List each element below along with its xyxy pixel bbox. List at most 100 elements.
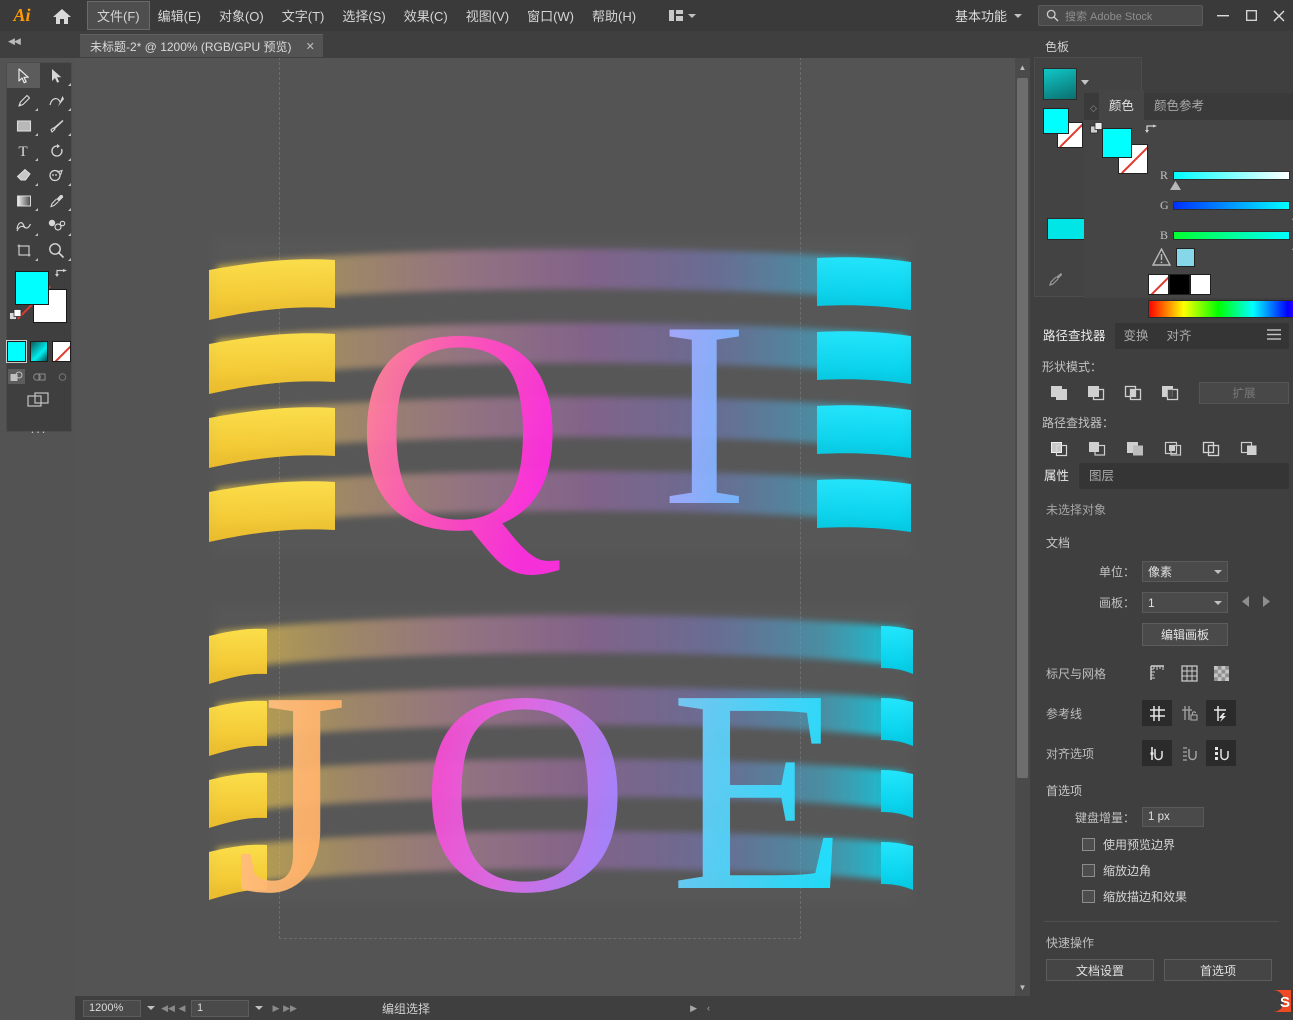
exclude-button[interactable]: [1156, 381, 1185, 405]
none-swatch[interactable]: [1148, 274, 1169, 295]
zoom-dropdown-icon[interactable]: [147, 1006, 155, 1010]
menu-type[interactable]: 文字(T): [273, 2, 334, 29]
selection-tool[interactable]: [7, 63, 40, 88]
next-artboard-icon[interactable]: [1260, 595, 1272, 611]
trim-button[interactable]: [1082, 437, 1112, 461]
checkbox-icon[interactable]: [1082, 838, 1095, 851]
artboard-dropdown-icon[interactable]: [255, 1006, 263, 1010]
snap-to-grid-icon[interactable]: [1174, 740, 1204, 766]
collapse-left-icon[interactable]: ◀◀: [8, 36, 21, 47]
panel-menu-icon[interactable]: [1267, 329, 1281, 343]
snap-to-point-icon[interactable]: [1142, 740, 1172, 766]
menu-object[interactable]: 对象(O): [210, 2, 273, 29]
tab-transform[interactable]: 变换: [1115, 321, 1158, 349]
eraser-tool[interactable]: [7, 163, 40, 188]
shape-builder-tool[interactable]: [40, 163, 73, 188]
app-status-icon[interactable]: S: [1265, 986, 1291, 1016]
edit-toolbar-button[interactable]: ...: [7, 421, 71, 436]
close-icon[interactable]: ✕: [306, 40, 315, 53]
next-artboard-icon[interactable]: ▶: [269, 1003, 283, 1014]
tab-properties[interactable]: 属性: [1034, 461, 1080, 489]
fill-color-swatch[interactable]: [15, 271, 49, 305]
draw-behind-icon[interactable]: [31, 369, 48, 384]
scroll-up-icon[interactable]: ▲: [1015, 60, 1030, 74]
close-button[interactable]: [1265, 0, 1293, 31]
tab-align[interactable]: 对齐: [1158, 321, 1201, 349]
units-select[interactable]: 像素: [1142, 561, 1228, 582]
document-tab[interactable]: 未标题-2* @ 1200% (RGB/GPU 预览) ✕: [80, 34, 323, 57]
show-guides-icon[interactable]: [1142, 700, 1172, 726]
checkbox-icon[interactable]: [1082, 864, 1095, 877]
tab-color[interactable]: 颜色: [1098, 90, 1144, 120]
type-tool[interactable]: T: [7, 138, 40, 163]
color-mode-flat[interactable]: [6, 340, 27, 363]
checkbox-preview-bounds[interactable]: 使用预览边界: [1082, 836, 1289, 853]
menu-file[interactable]: 文件(F): [87, 1, 150, 30]
checkbox-icon[interactable]: [1082, 890, 1095, 903]
tab-layers[interactable]: 图层: [1079, 461, 1124, 489]
blend-tool[interactable]: [7, 213, 40, 238]
minus-back-button[interactable]: [1234, 437, 1264, 461]
swap-fill-stroke-icon[interactable]: [54, 269, 68, 286]
menu-window[interactable]: 窗口(W): [518, 2, 583, 29]
out-of-gamut-warning-icon[interactable]: [1151, 247, 1172, 269]
artboard-tool[interactable]: [7, 238, 40, 263]
draw-inside-icon[interactable]: [54, 369, 71, 384]
slider-knob-r[interactable]: [1169, 179, 1181, 190]
unite-button[interactable]: [1044, 381, 1073, 405]
show-transparency-grid-icon[interactable]: [1206, 660, 1236, 686]
color-spectrum-bar[interactable]: [1148, 300, 1293, 318]
status-chevron-icon[interactable]: ‹: [707, 1003, 710, 1014]
paintbrush-tool[interactable]: [40, 113, 73, 138]
canvas-vertical-scrollbar[interactable]: ▲ ▼: [1015, 58, 1030, 996]
rectangle-tool[interactable]: [7, 113, 40, 138]
symbol-sprayer-tool[interactable]: [40, 213, 73, 238]
merge-button[interactable]: [1120, 437, 1150, 461]
prev-artboard-icon[interactable]: ◀: [175, 1003, 189, 1014]
first-artboard-icon[interactable]: ◀◀: [161, 1003, 175, 1014]
canvas-area[interactable]: Q I J O E: [75, 58, 1030, 996]
swatches-gradient-preview[interactable]: [1043, 68, 1077, 100]
home-icon[interactable]: [44, 0, 80, 31]
minimize-button[interactable]: [1209, 0, 1237, 31]
color-fill-swatch[interactable]: [1102, 128, 1132, 158]
screen-mode-button[interactable]: [7, 391, 71, 409]
show-rulers-icon[interactable]: [1142, 660, 1172, 686]
menu-effect[interactable]: 效果(C): [395, 2, 457, 29]
in-gamut-color-swatch[interactable]: [1176, 248, 1195, 267]
document-setup-button[interactable]: 文档设置: [1046, 959, 1154, 981]
zoom-level-input[interactable]: 1200%: [83, 999, 141, 1017]
menu-view[interactable]: 视图(V): [457, 2, 518, 29]
pen-tool[interactable]: [7, 88, 40, 113]
eyedropper-tool[interactable]: [40, 188, 73, 213]
outline-button[interactable]: [1196, 437, 1226, 461]
intersect-button[interactable]: [1119, 381, 1148, 405]
black-swatch[interactable]: [1169, 274, 1190, 295]
lock-guides-icon[interactable]: [1174, 700, 1204, 726]
color-mode-gradient[interactable]: [29, 341, 49, 362]
smart-guides-icon[interactable]: [1206, 700, 1236, 726]
prev-artboard-icon[interactable]: [1240, 595, 1252, 611]
gradient-tool[interactable]: [7, 188, 40, 213]
divide-button[interactable]: [1044, 437, 1074, 461]
expand-button[interactable]: 扩展: [1199, 382, 1289, 404]
color-mode-none[interactable]: [52, 341, 72, 362]
chevron-down-icon[interactable]: [1081, 80, 1089, 85]
slider-track-g[interactable]: [1172, 201, 1293, 220]
maximize-button[interactable]: [1237, 0, 1265, 31]
minus-front-button[interactable]: [1081, 381, 1110, 405]
artboard-select[interactable]: 1: [1142, 592, 1228, 613]
last-artboard-icon[interactable]: ▶▶: [283, 1003, 297, 1014]
pen-icon[interactable]: [1047, 270, 1065, 291]
artboard-number-input[interactable]: 1: [191, 999, 249, 1017]
scrollbar-thumb[interactable]: [1017, 78, 1028, 778]
direct-selection-tool[interactable]: [40, 63, 73, 88]
edit-artboard-button[interactable]: 编辑画板: [1142, 623, 1228, 646]
swap-fill-stroke-icon[interactable]: [1144, 124, 1160, 141]
status-play-icon[interactable]: ▶: [690, 1003, 697, 1014]
draw-normal-icon[interactable]: [7, 369, 25, 384]
slider-track-r[interactable]: [1169, 171, 1290, 190]
snap-to-pixel-icon[interactable]: [1206, 740, 1236, 766]
swatches-fill-swatch[interactable]: [1043, 108, 1069, 134]
checkbox-scale-strokes-effects[interactable]: 缩放描边和效果: [1082, 888, 1289, 905]
